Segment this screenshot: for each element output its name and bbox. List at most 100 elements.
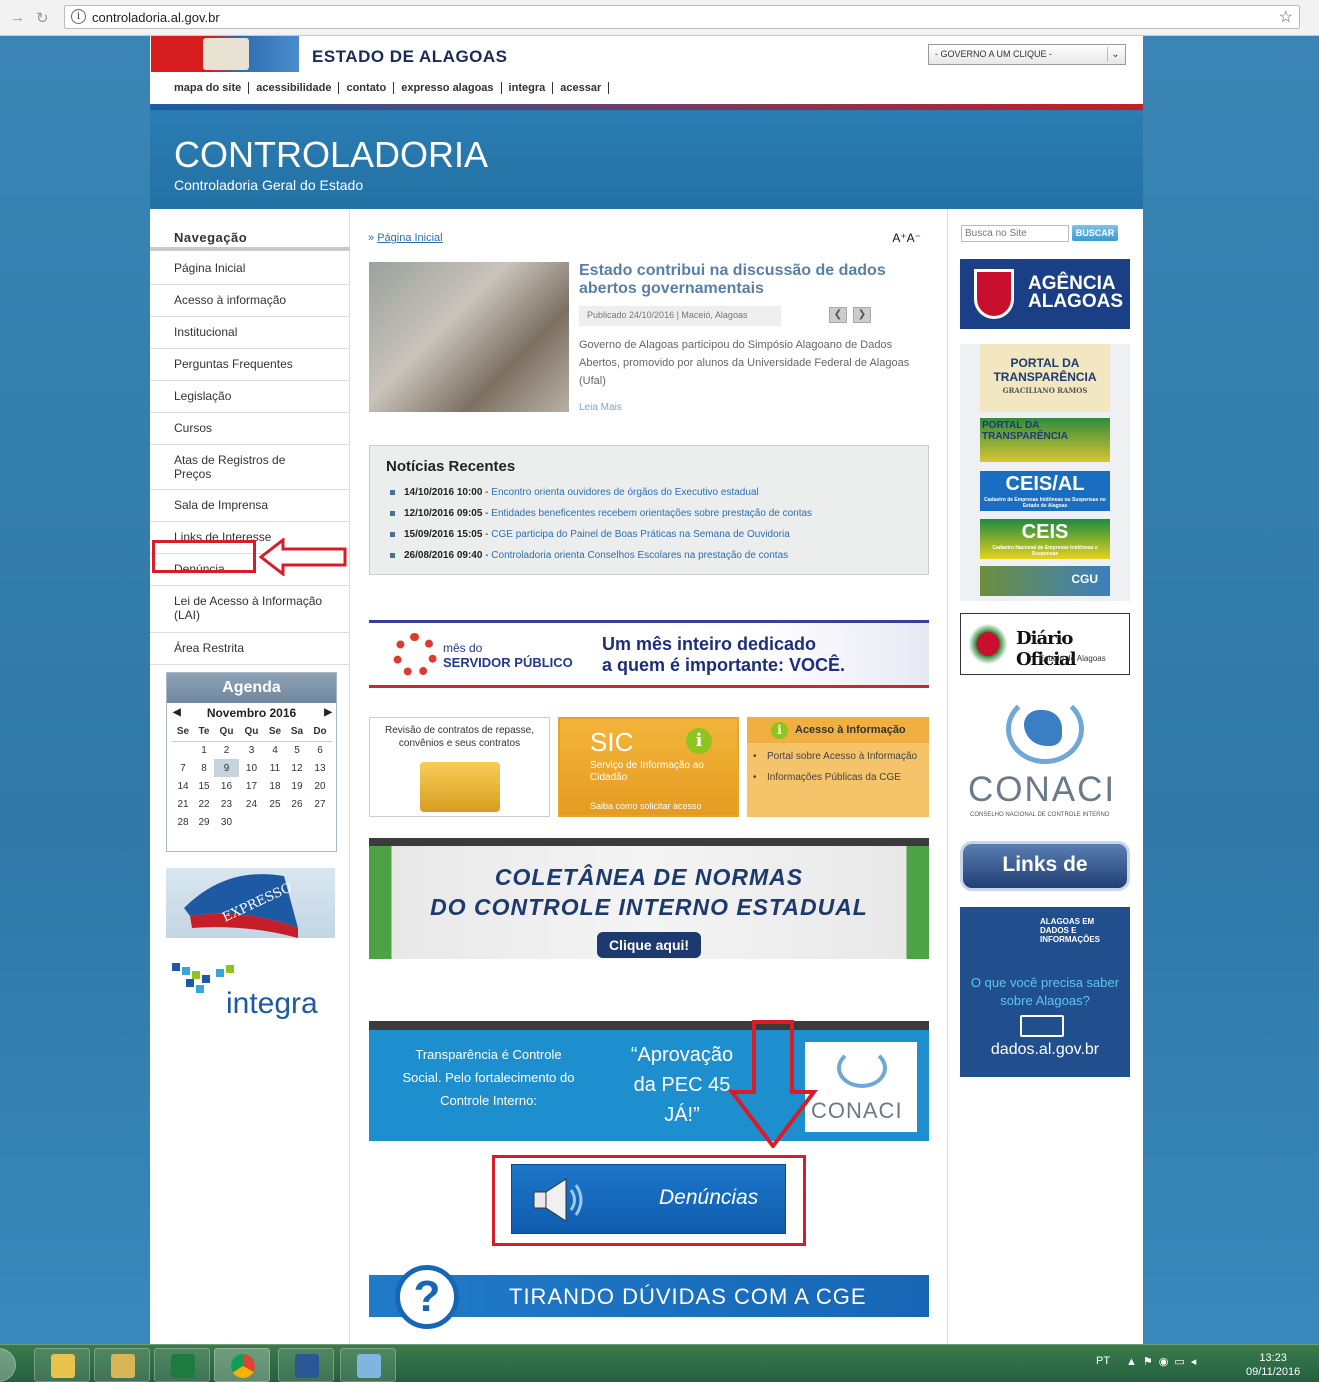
taskbar-files[interactable] [94, 1348, 150, 1382]
servidor-publico-banner[interactable]: mês do SERVIDOR PÚBLICO Um mês inteiro d… [369, 620, 929, 688]
nav-item-acesso-informacao[interactable]: Acesso à informação [150, 285, 350, 317]
calendar-day[interactable]: 7 [172, 759, 194, 777]
top-link-contato[interactable]: contato [339, 82, 395, 94]
calendar-day[interactable]: 1 [194, 741, 214, 759]
calendar-day[interactable]: 8 [194, 759, 214, 777]
featured-title[interactable]: Estado contribui na discussão de dados a… [579, 262, 924, 298]
news-item[interactable]: 15/09/2016 15:05 - CGE participa do Pain… [390, 524, 812, 545]
calendar-day[interactable]: 29 [194, 813, 214, 831]
conaci-banner[interactable]: CONACI CONSELHO NACIONAL DE CONTROLE INT… [960, 694, 1130, 824]
calendar-day[interactable]: 11 [264, 759, 286, 777]
agencia-alagoas-banner[interactable]: AGÊNCIA ALAGOAS [960, 259, 1130, 329]
coletanea-button[interactable]: Clique aqui! [597, 932, 701, 958]
calendar-day[interactable]: 2 [214, 741, 239, 759]
taskbar-word[interactable] [278, 1348, 334, 1382]
system-tray-icons[interactable]: ▲⚑◉▭◂ [1126, 1355, 1202, 1368]
featured-photo[interactable] [369, 262, 569, 412]
pec-banner[interactable]: Transparência é Controle Social. Pelo fo… [369, 1021, 929, 1141]
denuncias-button[interactable]: Denúncias [511, 1164, 786, 1234]
calendar-day[interactable]: 20 [308, 777, 332, 795]
reload-icon[interactable]: ↻ [36, 9, 49, 27]
top-link-integra[interactable]: integra [502, 82, 554, 94]
calendar-day[interactable]: 30 [214, 813, 239, 831]
start-button[interactable] [0, 1348, 16, 1382]
news-link[interactable]: Controladoria orienta Conselhos Escolare… [491, 550, 788, 561]
clock[interactable]: 13:23 09/11/2016 [1246, 1351, 1300, 1379]
calendar-day[interactable]: 21 [172, 795, 194, 813]
contratos-box[interactable]: Revisão de contratos de repasse, convêni… [369, 717, 550, 817]
prev-month-icon[interactable]: ◀ [173, 703, 181, 723]
calendar-day[interactable]: 6 [308, 741, 332, 759]
breadcrumb-home-link[interactable]: Página Inicial [377, 232, 442, 244]
taskbar-explorer[interactable] [34, 1348, 90, 1382]
portal-transparencia-federal[interactable]: PORTAL DA TRANSPARÊNCIA [980, 418, 1110, 462]
nav-item-pagina-inicial[interactable]: Página Inicial [150, 253, 350, 285]
carousel-prev-icon[interactable]: ❮ [829, 307, 847, 323]
back-icon[interactable]: → [10, 9, 25, 26]
news-link[interactable]: Entidades beneficentes recebem orientaçõ… [491, 508, 812, 519]
tirando-duvidas-banner[interactable]: ? TIRANDO DÚVIDAS COM A CGE [369, 1265, 929, 1329]
taskbar-chrome[interactable] [214, 1348, 270, 1382]
calendar-day[interactable]: 27 [308, 795, 332, 813]
acesso-link-cge[interactable]: Informações Públicas da CGE [753, 770, 919, 785]
calendar-day[interactable]: 12 [286, 759, 308, 777]
calendar-day[interactable]: 26 [286, 795, 308, 813]
calendar-day[interactable]: 24 [239, 795, 264, 813]
calendar-day[interactable]: 22 [194, 795, 214, 813]
search-button[interactable]: BUSCAR [1072, 225, 1118, 241]
calendar-day[interactable]: 16 [214, 777, 239, 795]
news-item[interactable]: 26/08/2016 09:40 - Controladoria orienta… [390, 545, 812, 566]
ceis-al-banner[interactable]: CEIS/AL Cadastro de Empresas Inidôneas o… [980, 471, 1110, 511]
news-link[interactable]: Encontro orienta ouvidores de órgãos do … [491, 487, 758, 498]
calendar-day[interactable]: 4 [264, 741, 286, 759]
top-link-mapa[interactable]: mapa do site [174, 82, 250, 94]
nav-item-area-restrita[interactable]: Área Restrita [150, 633, 350, 665]
bookmark-star-icon[interactable]: ☆ [1279, 7, 1293, 27]
coletanea-banner[interactable]: COLETÂNEA DE NORMAS DO CONTROLE INTERNO … [369, 838, 929, 959]
calendar-day[interactable]: 5 [286, 741, 308, 759]
featured-read-more-link[interactable]: Leia Mais [579, 402, 622, 413]
cgu-banner[interactable]: CGU [980, 566, 1110, 596]
news-item[interactable]: 12/10/2016 09:05 - Entidades beneficente… [390, 503, 812, 524]
dados-alagoas-banner[interactable]: ALAGOAS EM DADOS E INFORMAÇÕES O que voc… [960, 907, 1130, 1077]
alagoas-flag-logo[interactable] [151, 36, 299, 72]
portal-transparencia-graciliano[interactable]: PORTAL DA TRANSPARÊNCIA GRACILIANO RAMOS [980, 344, 1110, 412]
calendar-day[interactable]: 17 [239, 777, 264, 795]
taskbar-paint[interactable] [340, 1348, 396, 1382]
sic-box[interactable]: SIC i Serviço de Informação ao Cidadão S… [558, 717, 739, 817]
nav-item-atas[interactable]: Atas de Registros de Preços [150, 445, 350, 490]
calendar-day[interactable]: 14 [172, 777, 194, 795]
integra-banner[interactable]: integra [166, 959, 336, 1024]
language-indicator[interactable]: PT [1096, 1355, 1110, 1367]
nav-item-lai[interactable]: Lei de Acesso à Informação (LAI) [150, 586, 350, 633]
calendar-day[interactable]: 13 [308, 759, 332, 777]
nav-item-cursos[interactable]: Cursos [150, 413, 350, 445]
top-link-expresso[interactable]: expresso alagoas [394, 82, 502, 94]
links-interesse-button[interactable]: Links de Interesse [960, 841, 1130, 918]
taskbar-excel[interactable] [154, 1348, 210, 1382]
news-link[interactable]: CGE participa do Painel de Boas Práticas… [491, 529, 790, 540]
nav-item-institucional[interactable]: Institucional [150, 317, 350, 349]
next-month-icon[interactable]: ▶ [324, 703, 332, 723]
font-size-control[interactable]: A⁺A⁻ [892, 231, 921, 245]
calendar-day[interactable]: 9 [214, 759, 239, 777]
diario-oficial-banner[interactable]: Diário Oficial Estado de Alagoas [960, 613, 1130, 675]
calendar-day[interactable]: 15 [194, 777, 214, 795]
calendar-day[interactable]: 10 [239, 759, 264, 777]
search-input[interactable]: Busca no Site [961, 225, 1069, 242]
address-bar[interactable]: i controladoria.al.gov.br ☆ [64, 5, 1300, 29]
calendar-day[interactable]: 3 [239, 741, 264, 759]
top-link-acessibilidade[interactable]: acessibilidade [249, 82, 340, 94]
gov-select[interactable]: - GOVERNO A UM CLIQUE - ⌄ [928, 44, 1126, 65]
news-item[interactable]: 14/10/2016 10:00 - Encontro orienta ouvi… [390, 482, 812, 503]
calendar-day[interactable]: 25 [264, 795, 286, 813]
ceis-banner[interactable]: CEIS Cadastro Nacional de Empresas Inidô… [980, 519, 1110, 559]
nav-item-legislacao[interactable]: Legislação [150, 381, 350, 413]
calendar-day[interactable]: 23 [214, 795, 239, 813]
calendar-day[interactable]: 18 [264, 777, 286, 795]
acesso-link-portal[interactable]: Portal sobre Acesso à Informação [753, 749, 919, 764]
nav-item-sala-imprensa[interactable]: Sala de Imprensa [150, 490, 350, 522]
expresso-banner[interactable]: EXPRESSO [166, 868, 335, 938]
site-title[interactable]: CONTROLADORIA [174, 134, 488, 176]
carousel-next-icon[interactable]: ❯ [853, 307, 871, 323]
